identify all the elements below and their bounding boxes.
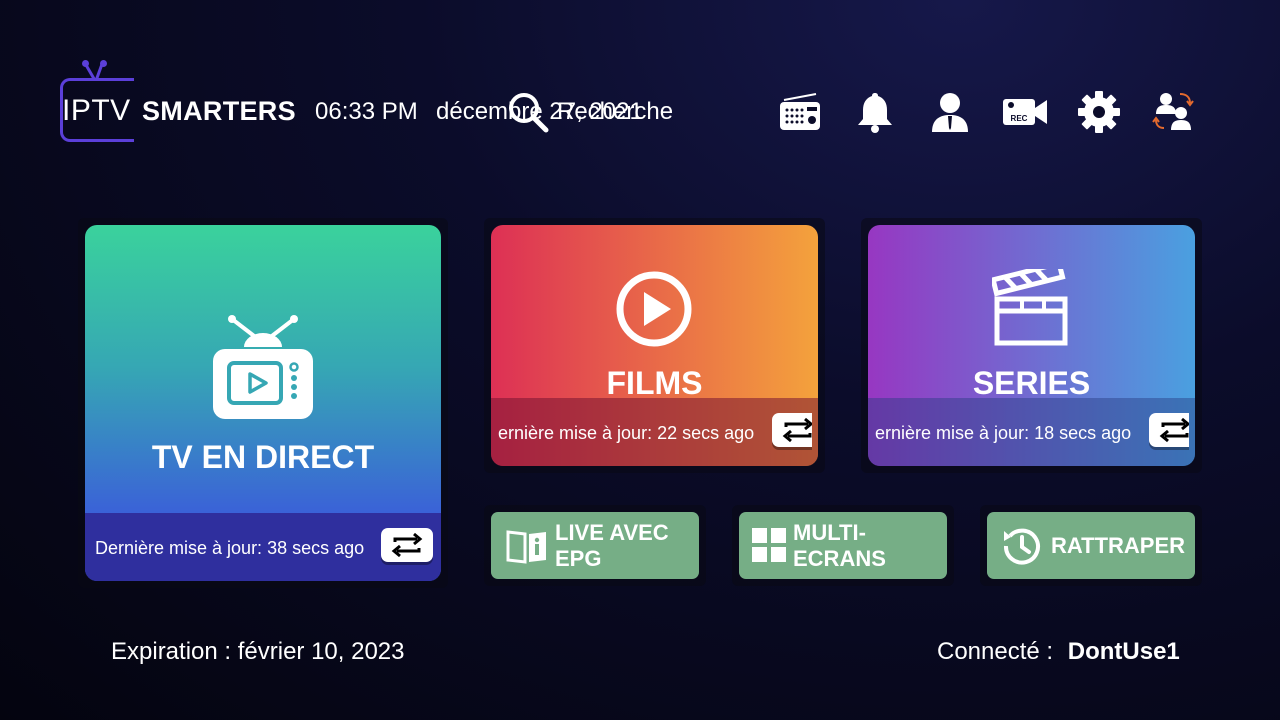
- tile-films-updated: ernière mise à jour: 22 secs ago: [498, 423, 755, 443]
- refresh-icon: [391, 532, 423, 558]
- history-icon: [1001, 525, 1043, 567]
- refresh-icon: [782, 417, 814, 443]
- tile-series-footer: ernière mise à jour: 18 secs ago: [868, 398, 1195, 466]
- play-icon: [615, 270, 693, 348]
- app-logo: IPTV SMARTERS: [60, 60, 300, 146]
- tile-live-updated: Dernière mise à jour: 38 secs ago: [95, 538, 365, 558]
- clapperboard-icon: [990, 260, 1072, 349]
- logo-text-smarters: SMARTERS: [142, 96, 296, 126]
- search-label[interactable]: Recherche: [557, 98, 673, 126]
- tile-live-tv[interactable]: TV EN DIRECT Dernière mise à jour: 38 se…: [85, 225, 441, 581]
- radio-icon[interactable]: [778, 90, 822, 134]
- catchup-button[interactable]: RATTRAPER: [987, 512, 1195, 579]
- rec-camera-icon[interactable]: REC: [1002, 90, 1048, 134]
- connected-label: Connecté :: [937, 638, 1054, 665]
- tile-series-updated: ernière mise à jour: 18 secs ago: [875, 423, 1132, 443]
- refresh-live-button[interactable]: [381, 528, 433, 562]
- tile-series-title: SERIES: [972, 365, 1091, 401]
- tile-films[interactable]: FILMS ernière mise à jour: 22 secs ago: [491, 225, 818, 466]
- svg-text:REC: REC: [1011, 114, 1028, 123]
- bell-icon[interactable]: [853, 90, 897, 134]
- multi-screen-label: MULTI-ECRANS: [793, 520, 886, 571]
- logo-dot-left: [82, 60, 89, 67]
- logo-dot-right: [100, 60, 107, 67]
- user-icon[interactable]: [928, 90, 972, 134]
- username: DontUse1: [1067, 638, 1180, 665]
- live-epg-button[interactable]: LIVE AVEC EPG: [491, 512, 699, 579]
- catchup-label: RATTRAPER: [1051, 533, 1186, 558]
- tile-films-title: FILMS: [606, 365, 703, 401]
- multi-screen-button[interactable]: MULTI-ECRANS: [739, 512, 947, 579]
- grid-icon: [752, 528, 786, 562]
- expiration-text: Expiration : février 10, 2023: [111, 638, 405, 665]
- gear-icon[interactable]: [1077, 90, 1121, 134]
- tile-series[interactable]: SERIES ernière mise à jour: 18 secs ago: [868, 225, 1195, 466]
- tile-live-footer: Dernière mise à jour: 38 secs ago: [85, 513, 441, 581]
- switch-users-icon[interactable]: [1152, 90, 1196, 134]
- connected-status: Connecté : DontUse1: [937, 638, 1180, 666]
- book-info-icon: [505, 526, 549, 566]
- logo-text-iptv: IPTV: [62, 94, 131, 127]
- search-icon[interactable]: [506, 90, 550, 134]
- tv-icon: [210, 313, 316, 421]
- live-epg-label: LIVE AVEC EPG: [555, 520, 669, 571]
- refresh-films-button[interactable]: [772, 413, 814, 447]
- tile-live-title: TV EN DIRECT: [151, 439, 375, 475]
- tile-films-footer: ernière mise à jour: 22 secs ago: [491, 398, 818, 466]
- clock-time: 06:33 PM: [315, 98, 418, 125]
- refresh-series-button[interactable]: [1149, 413, 1191, 447]
- refresh-icon: [1159, 417, 1191, 443]
